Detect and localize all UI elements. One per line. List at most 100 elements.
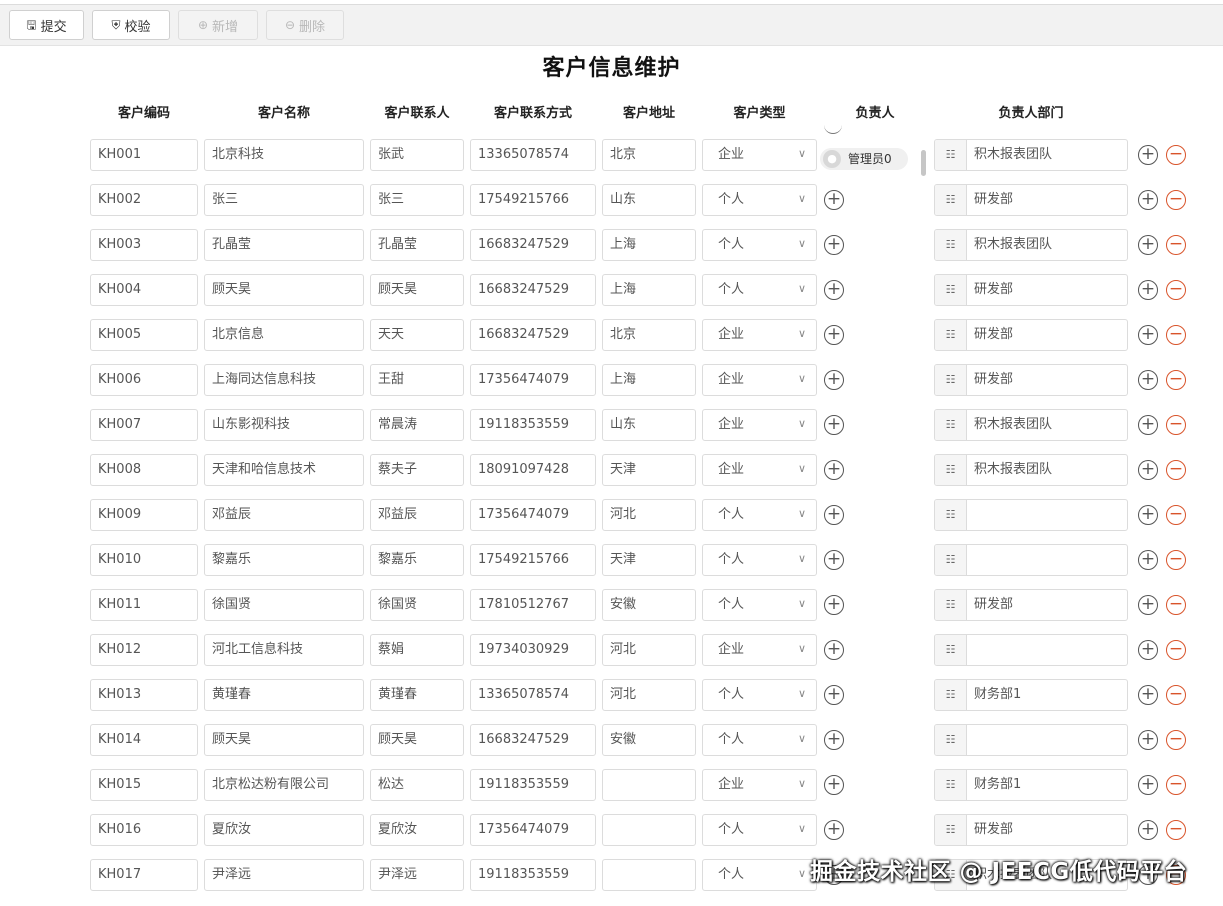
customer-code-input[interactable]: KH010 [90,544,198,576]
add-owner-icon[interactable]: + [824,190,844,210]
owner-dept-select[interactable]: ☷ [934,634,1128,666]
customer-name-input[interactable]: 张三 [204,184,364,216]
customer-name-input[interactable]: 黄瑾春 [204,679,364,711]
customer-contact-input[interactable]: 孔晶莹 [370,229,464,261]
remove-row-icon[interactable]: − [1166,820,1186,840]
customer-code-input[interactable]: KH003 [90,229,198,261]
customer-code-input[interactable]: KH002 [90,184,198,216]
customer-contact-input[interactable]: 邓益辰 [370,499,464,531]
owner-dept-select[interactable]: ☷ 积木报表团队 [934,409,1128,441]
add-owner-icon[interactable]: + [824,280,844,300]
add-owner-icon[interactable]: + [824,820,844,840]
owner-dept-select[interactable]: ☷ 财务部1 [934,769,1128,801]
customer-address-input[interactable]: 山东 [602,409,696,441]
customer-name-input[interactable]: 黎嘉乐 [204,544,364,576]
customer-type-select[interactable]: 企业 ∨ [702,364,817,396]
customer-phone-input[interactable]: 17549215766 [470,184,596,216]
customer-type-select[interactable]: 个人 ∨ [702,589,817,621]
add-owner-icon[interactable]: + [824,550,844,570]
customer-code-input[interactable]: KH006 [90,364,198,396]
add-row-icon[interactable]: + [1138,460,1158,480]
customer-phone-input[interactable]: 17549215766 [470,544,596,576]
customer-name-input[interactable]: 上海同达信息科技 [204,364,364,396]
owner-dept-select[interactable]: ☷ 研发部 [934,184,1128,216]
customer-type-select[interactable]: 个人 ∨ [702,724,817,756]
add-button[interactable]: ⊕ 新增 [178,10,258,40]
customer-phone-input[interactable]: 18091097428 [470,454,596,486]
remove-row-icon[interactable]: − [1166,190,1186,210]
remove-row-icon[interactable]: − [1166,550,1186,570]
owner-dept-select[interactable]: ☷ 积木报表团队 [934,454,1128,486]
customer-contact-input[interactable]: 顾天昊 [370,724,464,756]
customer-code-input[interactable]: KH016 [90,814,198,846]
add-owner-icon[interactable]: + [824,415,844,435]
customer-contact-input[interactable]: 徐国贤 [370,589,464,621]
customer-type-select[interactable]: 个人 ∨ [702,814,817,846]
customer-code-input[interactable]: KH012 [90,634,198,666]
submit-button[interactable]: 🖫 提交 [9,10,84,40]
add-row-icon[interactable]: + [1138,685,1158,705]
add-owner-icon[interactable]: + [824,640,844,660]
owner-dept-select[interactable]: ☷ 积木报表团队 [934,229,1128,261]
add-owner-icon[interactable]: + [824,505,844,525]
owner-scrollbar[interactable] [921,150,926,176]
add-row-icon[interactable]: + [1138,820,1158,840]
customer-address-input[interactable]: 天津 [602,544,696,576]
customer-code-input[interactable]: KH015 [90,769,198,801]
customer-code-input[interactable]: KH009 [90,499,198,531]
customer-name-input[interactable]: 邓益辰 [204,499,364,531]
remove-row-icon[interactable]: − [1166,370,1186,390]
customer-phone-input[interactable]: 16683247529 [470,229,596,261]
owner-dept-select[interactable]: ☷ 研发部 [934,814,1128,846]
customer-contact-input[interactable]: 黎嘉乐 [370,544,464,576]
customer-type-select[interactable]: 个人 ∨ [702,184,817,216]
customer-type-select[interactable]: 企业 ∨ [702,409,817,441]
customer-type-select[interactable]: 企业 ∨ [702,139,817,171]
customer-name-input[interactable]: 河北工信息科技 [204,634,364,666]
customer-phone-input[interactable]: 16683247529 [470,724,596,756]
customer-phone-input[interactable]: 17810512767 [470,589,596,621]
add-row-icon[interactable]: + [1138,730,1158,750]
customer-type-select[interactable]: 个人 ∨ [702,679,817,711]
customer-contact-input[interactable]: 王甜 [370,364,464,396]
customer-code-input[interactable]: KH014 [90,724,198,756]
customer-type-select[interactable]: 个人 ∨ [702,499,817,531]
add-row-icon[interactable]: + [1138,775,1158,795]
customer-address-input[interactable]: 天津 [602,454,696,486]
customer-address-input[interactable]: 山东 [602,184,696,216]
customer-name-input[interactable]: 徐国贤 [204,589,364,621]
customer-address-input[interactable]: 北京 [602,319,696,351]
customer-phone-input[interactable]: 17356474079 [470,364,596,396]
remove-row-icon[interactable]: − [1166,505,1186,525]
add-owner-icon[interactable]: + [824,775,844,795]
customer-type-select[interactable]: 个人 ∨ [702,859,817,891]
remove-row-icon[interactable]: − [1166,460,1186,480]
owner-user-tag[interactable]: ● 管理员0 [820,148,908,170]
add-row-icon[interactable]: + [1138,370,1158,390]
customer-contact-input[interactable]: 松达 [370,769,464,801]
customer-name-input[interactable]: 北京信息 [204,319,364,351]
customer-type-select[interactable]: 企业 ∨ [702,769,817,801]
customer-phone-input[interactable]: 19118353559 [470,769,596,801]
customer-address-input[interactable] [602,814,696,846]
owner-dept-select[interactable]: ☷ 财务部1 [934,679,1128,711]
customer-phone-input[interactable]: 17356474079 [470,499,596,531]
customer-address-input[interactable]: 安徽 [602,589,696,621]
customer-contact-input[interactable]: 黄瑾春 [370,679,464,711]
customer-phone-input[interactable]: 16683247529 [470,319,596,351]
customer-phone-input[interactable]: 13365078574 [470,679,596,711]
remove-row-icon[interactable]: − [1166,685,1186,705]
customer-contact-input[interactable]: 尹泽远 [370,859,464,891]
customer-contact-input[interactable]: 张三 [370,184,464,216]
add-row-icon[interactable]: + [1138,145,1158,165]
owner-dept-select[interactable]: ☷ [934,499,1128,531]
customer-type-select[interactable]: 企业 ∨ [702,634,817,666]
customer-address-input[interactable] [602,769,696,801]
customer-type-select[interactable]: 个人 ∨ [702,274,817,306]
remove-row-icon[interactable]: − [1166,595,1186,615]
customer-code-input[interactable]: KH017 [90,859,198,891]
add-row-icon[interactable]: + [1138,325,1158,345]
customer-phone-input[interactable]: 17356474079 [470,814,596,846]
customer-contact-input[interactable]: 顾天昊 [370,274,464,306]
customer-name-input[interactable]: 顾天昊 [204,724,364,756]
